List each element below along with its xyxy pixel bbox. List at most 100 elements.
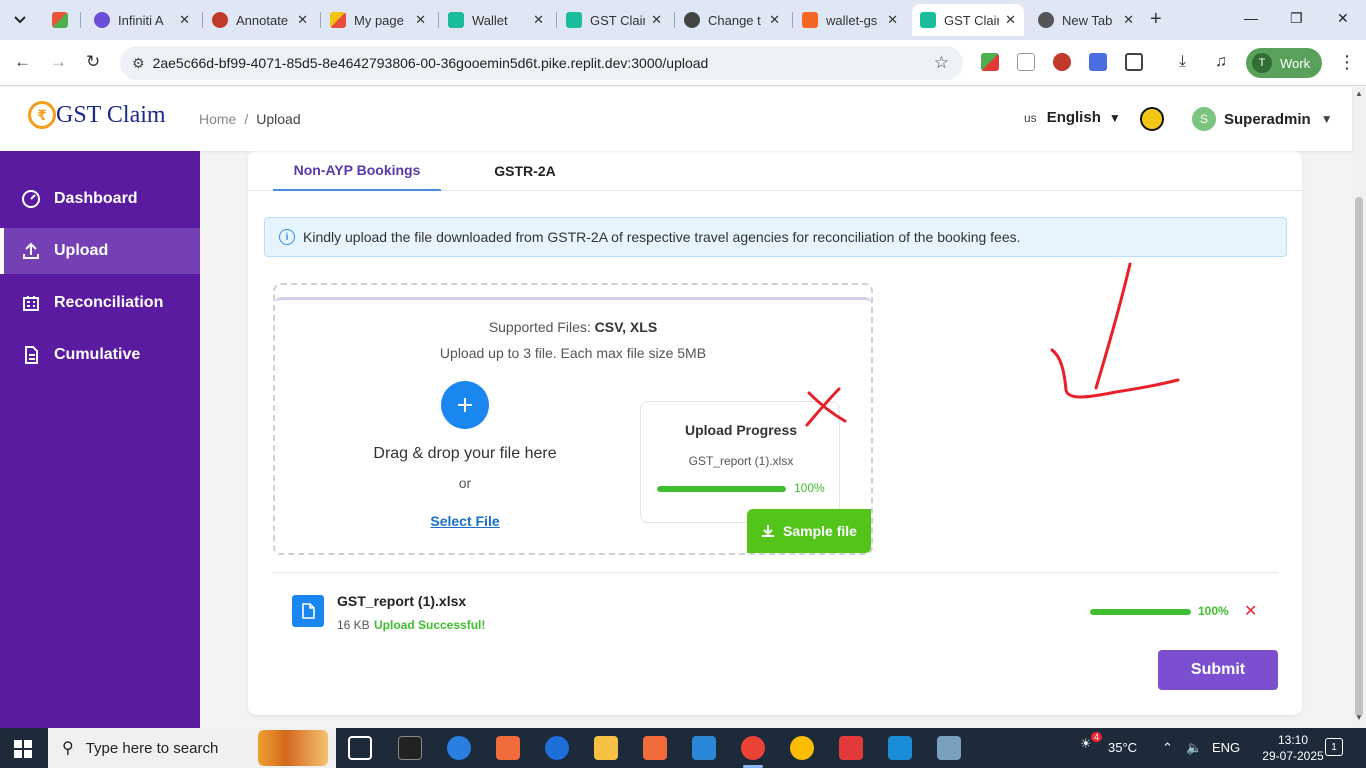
breadcrumb-home[interactable]: Home xyxy=(199,111,236,127)
remove-file-icon[interactable]: ✕ xyxy=(1244,601,1257,621)
close-tab-icon[interactable]: ✕ xyxy=(527,12,544,28)
app-logo[interactable]: ₹ GST Claim xyxy=(28,101,166,129)
clipboard-extension-icon[interactable] xyxy=(1089,53,1107,71)
tortoise-app-icon[interactable] xyxy=(937,736,961,760)
caret-down-icon: ▼ xyxy=(1108,110,1121,125)
language-selector[interactable]: us English ▼ xyxy=(1024,109,1121,126)
minimize-icon[interactable]: — xyxy=(1244,10,1258,26)
browser-tab[interactable]: wallet-gs ✕ xyxy=(794,4,906,36)
close-tab-icon[interactable]: ✕ xyxy=(409,12,426,28)
site-info-icon[interactable]: ⚙ xyxy=(132,55,145,72)
new-tab-button[interactable]: + xyxy=(1150,8,1162,31)
tab-title: Wallet xyxy=(472,12,508,28)
close-tab-icon[interactable]: ✕ xyxy=(645,12,662,28)
url-omnibox[interactable]: ⚙ 2ae5c66d-bf99-4071-85d5-8e4642793806-0… xyxy=(120,46,963,80)
language-name: English xyxy=(1046,109,1101,126)
mail-app-icon[interactable] xyxy=(545,736,569,760)
browser-tab[interactable]: Wallet ✕ xyxy=(440,4,552,36)
upload-progress-fill xyxy=(657,486,786,492)
restore-icon[interactable]: ❐ xyxy=(1290,10,1303,27)
search-icon: ⚲ xyxy=(62,740,74,757)
openai-favicon-icon xyxy=(684,12,700,28)
xampp-control-icon[interactable] xyxy=(643,736,667,760)
back-icon[interactable]: ← xyxy=(14,52,31,72)
tab-divider xyxy=(80,12,81,28)
close-tab-icon[interactable]: ✕ xyxy=(291,12,308,28)
temperature-text[interactable]: 35°C xyxy=(1108,740,1137,755)
chrome-profile-app-icon[interactable] xyxy=(790,736,814,760)
uploaded-file-name: GST_report (1).xlsx xyxy=(337,593,467,609)
text-extension-icon[interactable] xyxy=(1017,53,1035,71)
forward-icon[interactable]: → xyxy=(50,52,67,72)
download-icon[interactable]: ⤓ xyxy=(1179,53,1197,71)
tab-gstr-2a[interactable]: GSTR-2A xyxy=(468,151,582,191)
weather-icon[interactable]: ☀ xyxy=(1080,736,1092,752)
filezilla-app-icon[interactable] xyxy=(839,736,863,760)
browser-tab[interactable]: GST Clair ✕ xyxy=(558,4,670,36)
scroll-up-icon[interactable]: ▲ xyxy=(1355,89,1363,98)
xampp-app-icon[interactable] xyxy=(496,736,520,760)
file-explorer-icon[interactable] xyxy=(594,736,618,760)
close-tab-icon[interactable]: ✕ xyxy=(999,12,1016,28)
scrollbar-thumb[interactable] xyxy=(1355,197,1363,717)
dashboard-icon xyxy=(20,188,42,210)
browser-tab[interactable]: New Tab ✕ xyxy=(1030,4,1142,36)
tab-search-button[interactable] xyxy=(5,6,35,34)
submit-button[interactable]: Submit xyxy=(1158,650,1278,690)
sample-file-button[interactable]: Sample file xyxy=(747,509,871,553)
upload-icon xyxy=(20,240,42,262)
browser-menu-icon[interactable]: ⋮ xyxy=(1338,52,1356,73)
notification-center-icon[interactable]: 1 xyxy=(1325,738,1343,756)
sidebar-item-label: Cumulative xyxy=(54,346,141,363)
browser-tab-active[interactable]: GST Clair ✕ xyxy=(912,4,1024,36)
url-text[interactable]: 2ae5c66d-bf99-4071-85d5-8e4642793806-00-… xyxy=(153,55,709,71)
tab-divider xyxy=(674,12,675,28)
file-dropzone[interactable]: Supported Files: CSV, XLS Upload up to 3… xyxy=(273,283,873,555)
windows-start-icon[interactable] xyxy=(14,740,32,758)
sidebar-item-upload[interactable]: Upload xyxy=(0,228,200,274)
close-tab-icon[interactable]: ✕ xyxy=(881,12,898,28)
sidebar-item-dashboard[interactable]: Dashboard xyxy=(0,176,200,222)
vscode-app-icon[interactable] xyxy=(692,736,716,760)
bookmark-star-icon[interactable]: ☆ xyxy=(934,53,949,73)
annotate-extension-icon[interactable] xyxy=(1053,53,1071,71)
sidebar-item-reconciliation[interactable]: Reconciliation xyxy=(0,280,200,326)
media-control-icon[interactable]: ♫ xyxy=(1215,53,1233,71)
profile-label: Work xyxy=(1280,55,1311,71)
terminal-app-icon[interactable] xyxy=(398,736,422,760)
reload-icon[interactable]: ↻ xyxy=(86,52,100,72)
close-tab-icon[interactable]: ✕ xyxy=(173,12,190,28)
browser-tab[interactable]: My page ✕ xyxy=(322,4,434,36)
edge-app-icon[interactable] xyxy=(447,736,471,760)
powershell-app-icon[interactable] xyxy=(888,736,912,760)
browser-tab[interactable]: Change t ✕ xyxy=(676,4,788,36)
tab-divider xyxy=(202,12,203,28)
extension-icon[interactable] xyxy=(981,53,999,71)
extensions-puzzle-icon[interactable] xyxy=(1125,53,1143,71)
user-menu[interactable]: S Superadmin ▼ xyxy=(1192,107,1333,131)
profile-button[interactable]: T Work xyxy=(1246,48,1322,78)
tab-non-ayp-bookings[interactable]: Non-AYP Bookings xyxy=(273,151,441,191)
tray-chevron-icon[interactable]: ⌃ xyxy=(1162,740,1173,756)
theme-palette-icon[interactable] xyxy=(1140,107,1164,131)
page-scrollbar[interactable]: ▲ ▼ xyxy=(1352,87,1366,728)
volume-icon[interactable]: 🔈 xyxy=(1186,740,1202,756)
sidebar-item-cumulative[interactable]: Cumulative xyxy=(0,332,200,378)
caret-down-icon: ▼ xyxy=(1320,112,1333,126)
clock-date: 29-07-2025 xyxy=(1262,749,1324,763)
close-tab-icon[interactable]: ✕ xyxy=(763,12,780,28)
browser-tab[interactable] xyxy=(44,4,78,36)
reconciliation-icon xyxy=(20,292,42,314)
input-language[interactable]: ENG xyxy=(1212,740,1240,755)
close-tab-icon[interactable]: ✕ xyxy=(1117,12,1134,28)
browser-tab[interactable]: Annotate ✕ xyxy=(204,4,316,36)
sidebar-item-label: Reconciliation xyxy=(54,294,164,311)
taskbar-clock[interactable]: 13:10 29-07-2025 xyxy=(1261,732,1325,764)
browser-tab[interactable]: Infiniti A ✕ xyxy=(86,4,198,36)
add-file-button[interactable] xyxy=(441,381,489,429)
scroll-down-icon[interactable]: ▼ xyxy=(1355,713,1363,722)
chrome-app-icon[interactable] xyxy=(741,736,765,768)
task-view-icon[interactable] xyxy=(348,736,372,760)
select-file-link[interactable]: Select File xyxy=(430,513,499,529)
close-window-icon[interactable]: ✕ xyxy=(1337,10,1349,27)
